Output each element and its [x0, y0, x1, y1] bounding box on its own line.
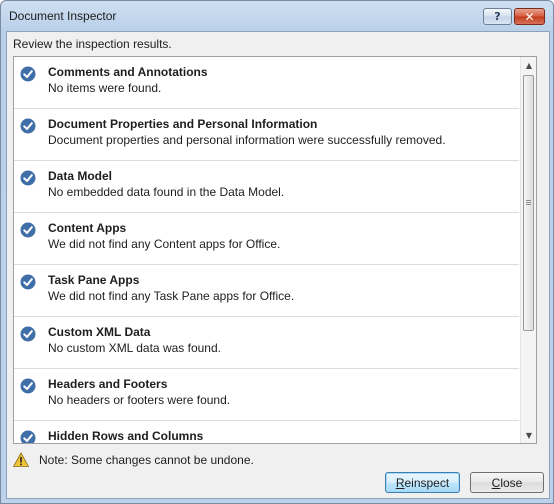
- check-circle-icon: [20, 222, 36, 238]
- warning-note-text: Note: Some changes cannot be undone.: [39, 453, 254, 467]
- scroll-up-icon: ▲: [525, 60, 533, 70]
- vertical-scrollbar[interactable]: ▲ ▼: [520, 57, 536, 443]
- dialog-body: Review the inspection results. Comments …: [6, 31, 550, 499]
- close-icon: ✕: [524, 9, 535, 24]
- grip-line: [526, 202, 531, 203]
- result-item: Data Model No embedded data found in the …: [14, 161, 519, 213]
- check-circle-icon: [20, 430, 36, 443]
- scroll-up-button[interactable]: ▲: [521, 57, 536, 73]
- help-icon: ?: [494, 10, 501, 23]
- result-title: Custom XML Data: [48, 325, 151, 339]
- check-circle-icon: [20, 378, 36, 394]
- result-title: Headers and Footers: [48, 377, 168, 391]
- result-title: Data Model: [48, 169, 113, 183]
- warning-icon: [13, 452, 29, 467]
- result-item: Content Apps We did not find any Content …: [14, 213, 519, 265]
- result-title: Content Apps: [48, 221, 127, 235]
- check-circle-icon: [20, 274, 36, 290]
- title-bar[interactable]: Document Inspector ? ✕: [1, 1, 553, 31]
- close-button[interactable]: Close: [470, 472, 544, 493]
- result-description: Document properties and personal informa…: [48, 133, 446, 147]
- check-circle-icon: [20, 118, 36, 134]
- document-inspector-window: Document Inspector ? ✕ Review the inspec…: [0, 0, 554, 504]
- grip-line: [526, 204, 531, 205]
- result-item: Document Properties and Personal Informa…: [14, 109, 519, 161]
- check-circle-icon: [20, 66, 36, 82]
- window-close-button[interactable]: ✕: [514, 8, 545, 25]
- result-item: Custom XML Data No custom XML data was fo…: [14, 317, 519, 369]
- results-panel: Comments and Annotations No items were fo…: [13, 56, 537, 444]
- reinspect-button[interactable]: Reinspect: [385, 472, 460, 493]
- scroll-thumb[interactable]: [523, 75, 534, 331]
- close-label: Close: [491, 475, 523, 490]
- results-list: Comments and Annotations No items were fo…: [14, 57, 519, 443]
- result-description: We did not find any Content apps for Off…: [48, 237, 281, 251]
- result-title: Task Pane Apps: [48, 273, 140, 287]
- instructions-text: Review the inspection results.: [13, 37, 172, 51]
- result-item: Comments and Annotations No items were fo…: [14, 57, 519, 109]
- grip-line: [526, 200, 531, 201]
- result-title: Comments and Annotations: [48, 65, 208, 79]
- scroll-down-button[interactable]: ▼: [521, 427, 536, 443]
- check-circle-icon: [20, 326, 36, 342]
- result-description: No custom XML data was found.: [48, 341, 221, 355]
- reinspect-label: Reinspect: [395, 475, 450, 490]
- check-circle-icon: [20, 170, 36, 186]
- window-title: Document Inspector: [9, 9, 117, 23]
- result-item: Headers and Footers No headers or footers…: [14, 369, 519, 421]
- scroll-down-icon: ▼: [525, 430, 533, 440]
- result-description: No items were found.: [48, 81, 162, 95]
- result-title: Document Properties and Personal Informa…: [48, 117, 318, 131]
- result-item: Task Pane Apps We did not find any Task P…: [14, 265, 519, 317]
- result-description: No headers or footers were found.: [48, 393, 231, 407]
- result-description: We did not find any Task Pane apps for O…: [48, 289, 295, 303]
- result-title: Hidden Rows and Columns: [48, 429, 204, 443]
- warning-note: Note: Some changes cannot be undone.: [13, 452, 254, 468]
- result-item: Hidden Rows and Columns: [14, 421, 519, 443]
- help-button[interactable]: ?: [483, 8, 512, 25]
- result-description: No embedded data found in the Data Model…: [48, 185, 285, 199]
